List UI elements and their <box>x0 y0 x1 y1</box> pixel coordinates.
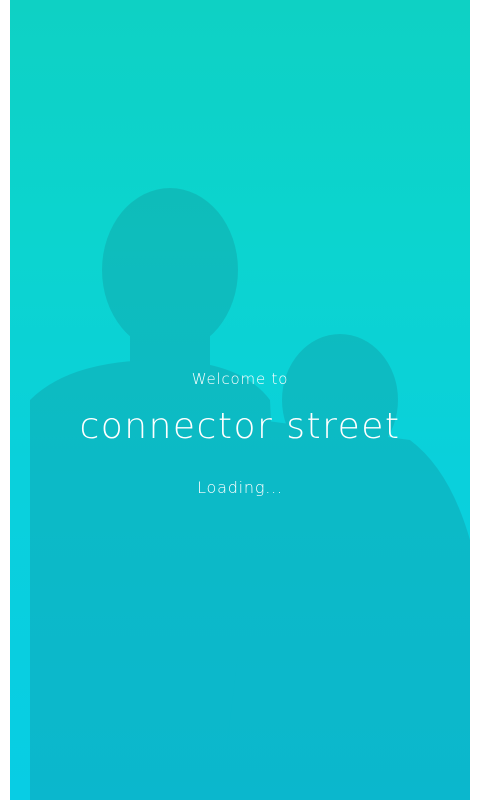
splash-screen: Welcome to connector street Loading... <box>10 0 470 800</box>
welcome-text: Welcome to <box>191 370 289 388</box>
brand-logo-text: connector street <box>79 406 401 447</box>
loading-status: Loading... <box>197 478 283 497</box>
app-screen: Welcome to connector street Loading... <box>0 0 480 800</box>
background-photo <box>10 0 470 800</box>
